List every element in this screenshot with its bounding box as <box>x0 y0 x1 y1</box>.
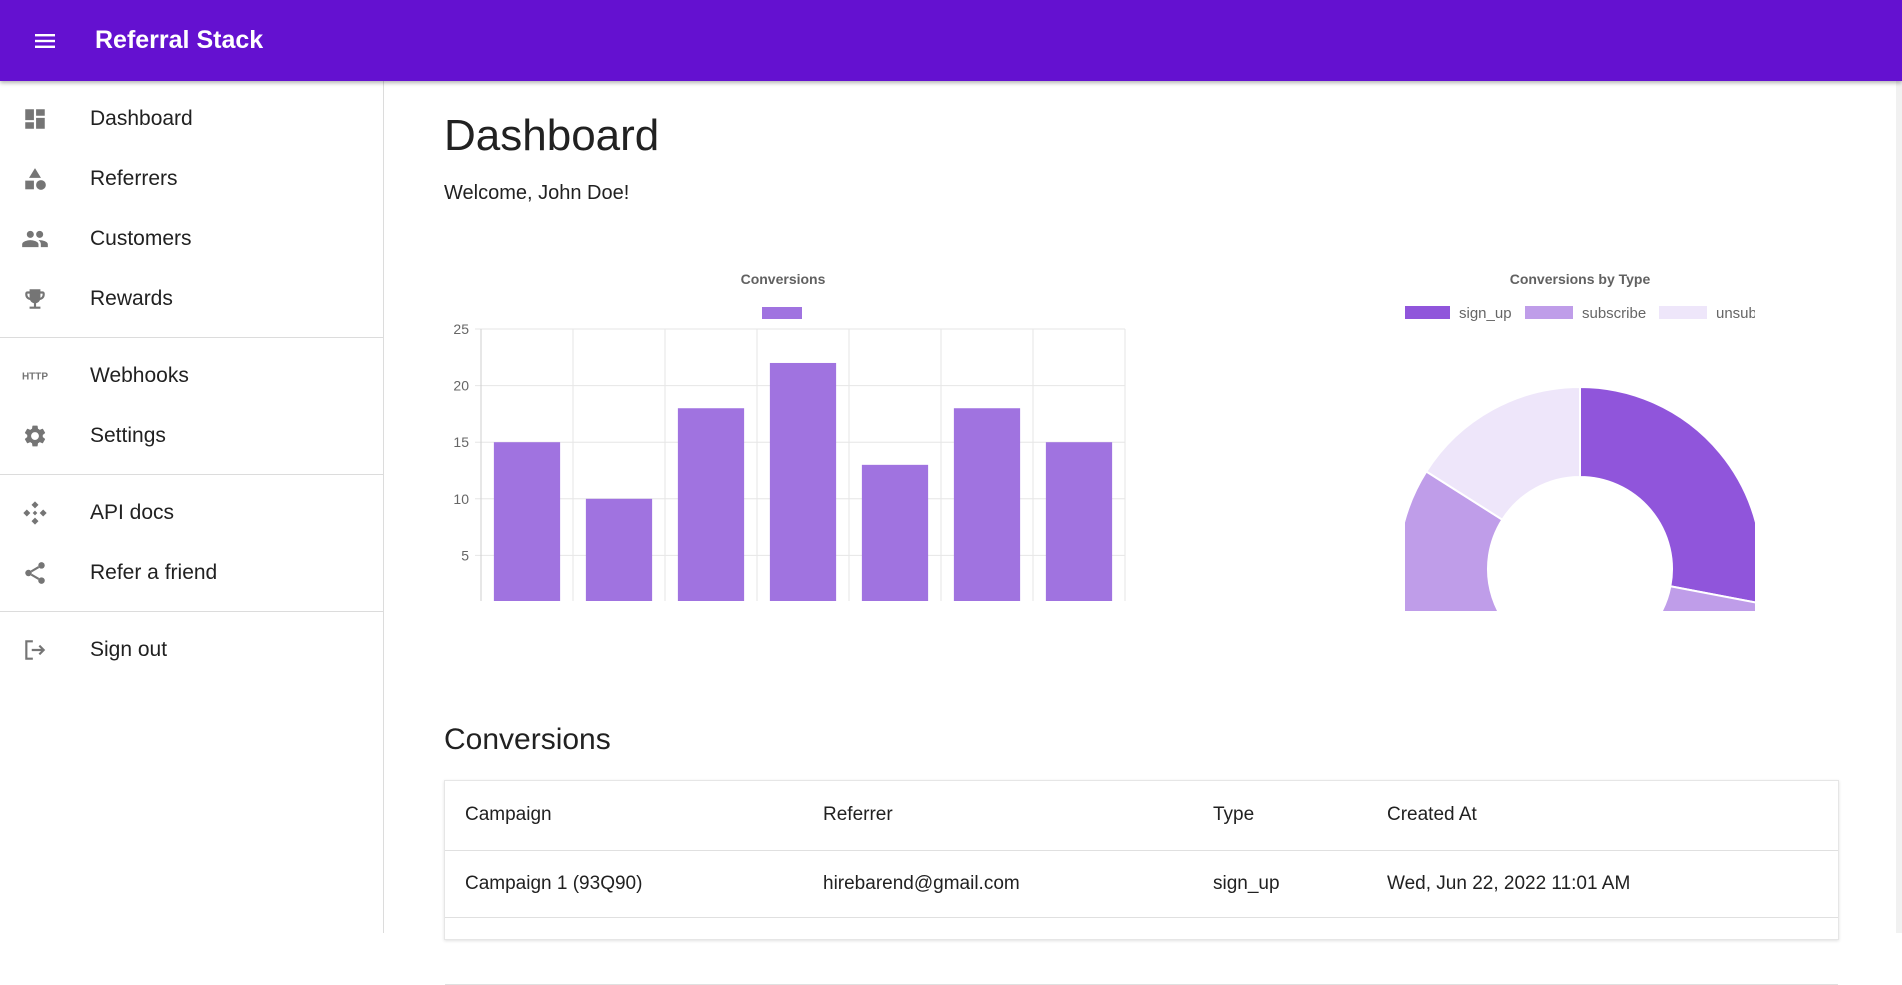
pie-legend-label: sign_up <box>1459 305 1512 322</box>
sidebar-item-label: Referrers <box>90 167 178 190</box>
sidebar-item-dashboard[interactable]: Dashboard <box>0 89 383 149</box>
main-content: Dashboard Welcome, John Doe! Conversions… <box>385 81 1902 985</box>
nav-group-account: Sign out <box>0 612 383 688</box>
sidebar-item-label: Customers <box>90 227 192 250</box>
column-header-created-at[interactable]: Created At <box>1367 781 1838 851</box>
pie-legend-label: unsubscribe <box>1716 305 1755 322</box>
pie-legend-item[interactable]: unsubscribe <box>1659 305 1797 322</box>
bar[interactable] <box>769 362 837 612</box>
conversions-table: Campaign Referrer Type Created At Campai… <box>445 781 1838 985</box>
bar[interactable] <box>861 464 929 612</box>
table-row[interactable]: Campaign 1 (93Q90) hirebarend@gmail.com … <box>445 850 1838 918</box>
bar[interactable] <box>1045 442 1113 612</box>
http-icon: HTTP <box>20 361 50 391</box>
nav-group-main: Dashboard Referrers Customers Rewards <box>0 81 383 337</box>
sidebar-item-label: Sign out <box>90 638 168 661</box>
welcome-message: Welcome, John Doe! <box>444 182 630 204</box>
app-title: Referral Stack <box>95 26 264 54</box>
cell-campaign <box>445 917 803 985</box>
shapes-icon <box>20 164 50 194</box>
pie-legend-swatch <box>1659 306 1707 319</box>
gear-icon <box>20 421 50 451</box>
sidebar-item-label: Webhooks <box>90 364 189 387</box>
sidebar-item-label: Refer a friend <box>90 561 218 584</box>
cell-referrer <box>803 917 1193 985</box>
sidebar-item-label: Rewards <box>90 287 173 310</box>
sidebar-item-customers[interactable]: Customers <box>0 209 383 269</box>
bar[interactable] <box>953 408 1021 612</box>
logout-icon <box>20 635 50 665</box>
y-tick-label: 25 <box>453 321 469 337</box>
pie-legend-item[interactable]: subscribe <box>1525 305 1646 322</box>
sidebar-item-refer-a-friend[interactable]: Refer a friend <box>0 543 383 603</box>
sidebar: Dashboard Referrers Customers Rewards HT… <box>0 81 384 933</box>
sidebar-item-sign-out[interactable]: Sign out <box>0 620 383 680</box>
sidebar-item-referrers[interactable]: Referrers <box>0 149 383 209</box>
svg-text:HTTP: HTTP <box>22 372 48 383</box>
people-icon <box>20 224 50 254</box>
conversions-by-type-chart-container: Conversions by Type sign_up subscribe unsub… <box>1397 221 1797 752</box>
nav-group-developer: HTTP Webhooks Settings <box>0 338 383 474</box>
pie-legend-label: subscribe <box>1582 305 1646 322</box>
sidebar-item-label: API docs <box>90 501 175 524</box>
bar[interactable] <box>493 442 561 612</box>
nav-group-resources: API docs Refer a friend <box>0 475 383 611</box>
sidebar-item-rewards[interactable]: Rewards <box>0 269 383 329</box>
column-header-referrer[interactable]: Referrer <box>803 781 1193 851</box>
sidebar-item-label: Dashboard <box>90 107 193 130</box>
app-bar: Referral Stack <box>0 0 1902 81</box>
column-header-type[interactable]: Type <box>1193 781 1367 851</box>
pie-legend-swatch <box>1402 306 1450 319</box>
pie-slice[interactable] <box>1579 385 1763 605</box>
sidebar-item-label: Settings <box>90 424 166 447</box>
cell-created-at: Wed, Jun 22, 2022 11:01 AM <box>1367 850 1838 918</box>
bar[interactable] <box>677 408 745 612</box>
trophy-icon <box>20 284 50 314</box>
conversions-by-type-chart: Conversions by Type sign_up subscribe unsub… <box>1397 271 1797 752</box>
sidebar-item-api-docs[interactable]: API docs <box>0 483 383 543</box>
table-header-row: Campaign Referrer Type Created At <box>445 781 1838 851</box>
column-header-campaign[interactable]: Campaign <box>445 781 803 851</box>
conversions-section-title: Conversions <box>444 723 611 756</box>
cell-type <box>1193 917 1367 985</box>
conversions-table-card: Campaign Referrer Type Created At Campai… <box>444 780 1839 985</box>
menu-icon <box>35 33 55 48</box>
pie-chart-title: Conversions by Type <box>1510 271 1651 287</box>
conversions-bar-chart-container: Conversions05101520256 am8 am10 am12 pm2… <box>425 221 1165 639</box>
conversions-bar-chart: Conversions05101520256 am8 am10 am12 pm2… <box>453 271 1126 639</box>
pie-legend-item[interactable]: sign_up <box>1402 305 1512 322</box>
y-tick-label: 15 <box>453 434 469 450</box>
bar-legend-swatch[interactable] <box>762 307 802 319</box>
cell-campaign: Campaign 1 (93Q90) <box>445 850 803 918</box>
scrollbar[interactable] <box>1896 81 1902 933</box>
sidebar-item-settings[interactable]: Settings <box>0 406 383 466</box>
cell-type: sign_up <box>1193 850 1367 918</box>
share-icon <box>20 558 50 588</box>
pie-legend-swatch <box>1525 306 1573 319</box>
y-tick-label: 20 <box>453 378 469 394</box>
bar[interactable] <box>585 498 653 612</box>
cell-created-at <box>1367 917 1838 985</box>
cell-referrer: hirebarend@gmail.com <box>803 850 1193 918</box>
sidebar-item-webhooks[interactable]: HTTP Webhooks <box>0 346 383 406</box>
y-tick-label: 10 <box>453 491 469 507</box>
dashboard-icon <box>20 104 50 134</box>
page-title: Dashboard <box>444 111 660 160</box>
table-row[interactable] <box>445 917 1838 985</box>
menu-button[interactable] <box>23 19 67 63</box>
bar-chart-title: Conversions <box>741 271 826 287</box>
api-icon <box>20 498 50 528</box>
y-tick-label: 5 <box>461 547 469 563</box>
